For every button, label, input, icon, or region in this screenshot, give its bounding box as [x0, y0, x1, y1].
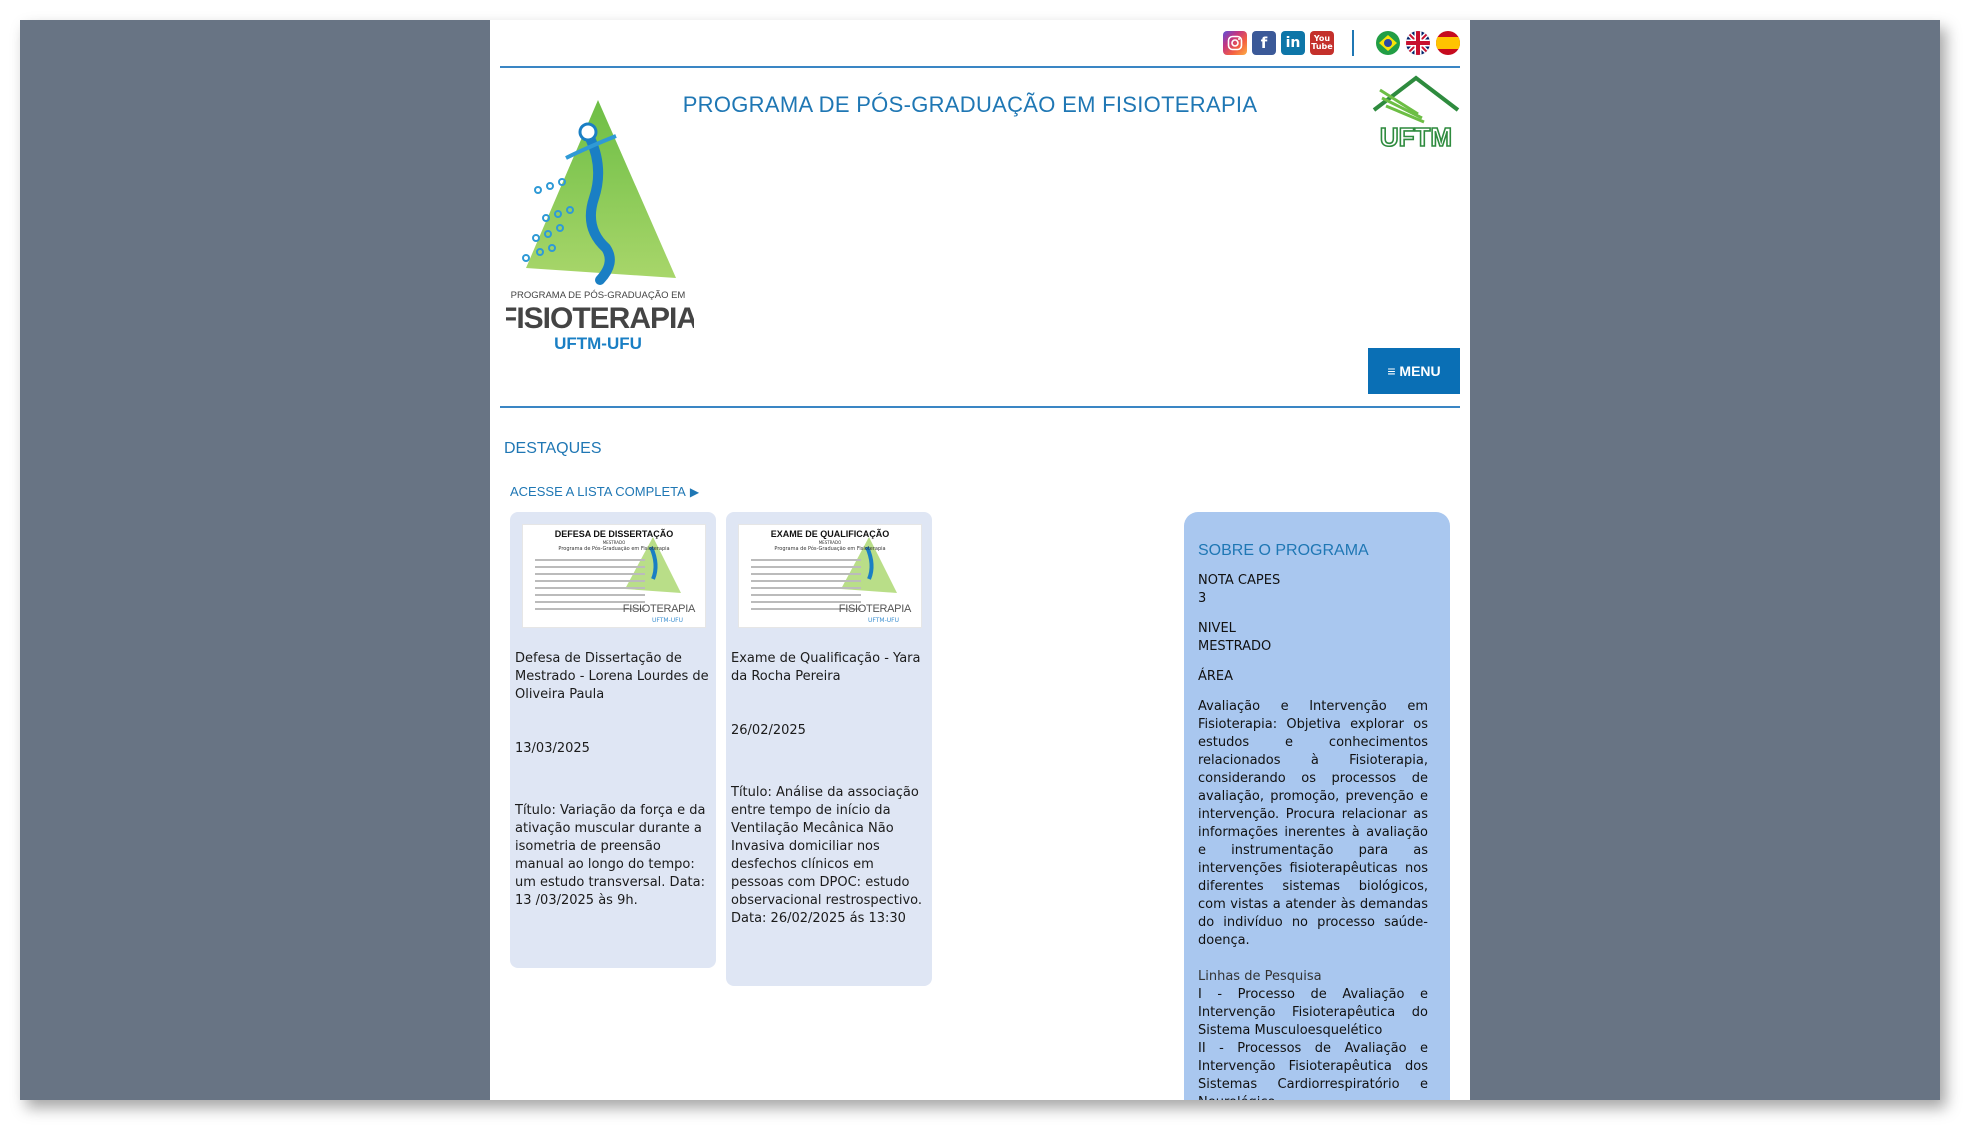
thumbnail-watermark-sub: UFTM-UFU — [652, 617, 683, 624]
card-text: Defesa de Dissertação de Mestrado - Lore… — [515, 650, 711, 910]
card-text: Exame de Qualificação - Yara da Rocha Pe… — [731, 650, 927, 928]
about-program-panel: SOBRE O PROGRAMA NOTA CAPES 3 NIVEL MEST… — [1184, 512, 1450, 1100]
card-description: Título: Variação da força e da ativação … — [515, 803, 706, 908]
header-divider-bottom — [500, 406, 1460, 408]
thumbnail-watermark-sub: UFTM-UFU — [868, 617, 899, 624]
divider — [1352, 30, 1354, 56]
level-value: MESTRADO — [1198, 639, 1272, 654]
full-list-link-label: ACESSE A LISTA COMPLETA — [510, 484, 686, 499]
card-description: Título: Análise da associação entre temp… — [731, 785, 923, 926]
social-and-language-icons: f in You Tube — [1218, 30, 1460, 56]
thumbnail-watermark: FISIOTERAPIA — [838, 603, 912, 615]
play-arrow-icon: ▶ — [689, 485, 700, 499]
youtube-icon[interactable]: You Tube — [1310, 31, 1334, 55]
logo-line-2: FISIOTERAPIA — [506, 302, 694, 335]
thumbnail-title: EXAME DE QUALIFICAÇÃO — [770, 529, 890, 539]
capes-value: 3 — [1198, 591, 1207, 606]
program-title: PROGRAMA DE PÓS-GRADUAÇÃO EM FISIOTERAPI… — [682, 92, 1258, 117]
header-divider-top — [500, 66, 1460, 68]
level-block: NIVEL MESTRADO — [1198, 620, 1428, 656]
facebook-icon[interactable]: f — [1252, 31, 1276, 55]
logo-line-3: UFTM-UFU — [554, 334, 642, 353]
program-logo[interactable]: PROGRAMA DE PÓS-GRADUAÇÃO EM FISIOTERAPI… — [499, 98, 698, 360]
card-date: 13/03/2025 — [515, 741, 590, 756]
browser-viewport: f in You Tube PROGRAMA DE PÓS-GRADUAÇÃO … — [20, 20, 1940, 1100]
thumbnail-program: Programa de Pós-Graduação em Fisioterapi… — [774, 546, 886, 552]
logo-line-1: PROGRAMA DE PÓS-GRADUAÇÃO EM — [511, 290, 686, 301]
brazil-flag-icon[interactable] — [1376, 31, 1400, 55]
area-description: Avaliação e Intervenção em Fisioterapia:… — [1198, 699, 1428, 948]
research-line-2: II - Processos de Avaliação e Intervençã… — [1198, 1041, 1428, 1100]
spain-flag-icon[interactable] — [1436, 31, 1460, 55]
highlights-title: DESTAQUES — [504, 440, 602, 457]
full-list-link[interactable]: ACESSE A LISTA COMPLETA ▶ — [510, 484, 699, 499]
research-lines-label: Linhas de Pesquisa — [1198, 969, 1322, 984]
highlight-card[interactable]: DEFESA DE DISSERTAÇÃO MESTRADO Programa … — [510, 512, 716, 968]
research-line-1: I - Processo de Avaliação e Intervenção … — [1198, 987, 1428, 1038]
menu-button[interactable]: ≡ MENU — [1368, 348, 1460, 394]
page-container: f in You Tube PROGRAMA DE PÓS-GRADUAÇÃO … — [490, 20, 1470, 1100]
card-thumbnail[interactable]: EXAME DE QUALIFICAÇÃO MESTRADO Programa … — [738, 524, 922, 628]
uk-flag-icon[interactable] — [1406, 31, 1430, 55]
thumbnail-subtitle: MESTRADO — [602, 540, 626, 545]
thumbnail-program: Programa de Pós-Graduação em Fisioterapi… — [558, 546, 670, 552]
youtube-icon-text-bottom: Tube — [1311, 42, 1333, 51]
thumbnail-subtitle: MESTRADO — [818, 540, 842, 545]
about-title: SOBRE O PROGRAMA — [1198, 542, 1369, 559]
card-thumbnail[interactable]: DEFESA DE DISSERTAÇÃO MESTRADO Programa … — [522, 524, 706, 628]
top-bar: f in You Tube — [490, 20, 1470, 66]
capes-block: NOTA CAPES 3 — [1198, 572, 1428, 608]
instagram-icon[interactable] — [1223, 31, 1247, 55]
capes-label: NOTA CAPES — [1198, 573, 1281, 588]
thumbnail-watermark: FISIOTERAPIA — [622, 603, 696, 615]
card-title[interactable]: Exame de Qualificação - Yara da Rocha Pe… — [731, 650, 927, 686]
highlight-card[interactable]: EXAME DE QUALIFICAÇÃO MESTRADO Programa … — [726, 512, 932, 986]
card-date: 26/02/2025 — [731, 723, 806, 738]
uftm-logo[interactable]: UFTM — [1370, 74, 1462, 153]
linkedin-icon[interactable]: in — [1281, 31, 1305, 55]
card-title[interactable]: Defesa de Dissertação de Mestrado - Lore… — [515, 650, 711, 704]
area-label: ÁREA — [1198, 669, 1234, 684]
uftm-logo-text: UFTM — [1380, 122, 1452, 152]
level-label: NIVEL — [1198, 621, 1236, 636]
about-program-content: SOBRE O PROGRAMA NOTA CAPES 3 NIVEL MEST… — [1198, 542, 1428, 1100]
thumbnail-title: DEFESA DE DISSERTAÇÃO — [554, 529, 674, 539]
